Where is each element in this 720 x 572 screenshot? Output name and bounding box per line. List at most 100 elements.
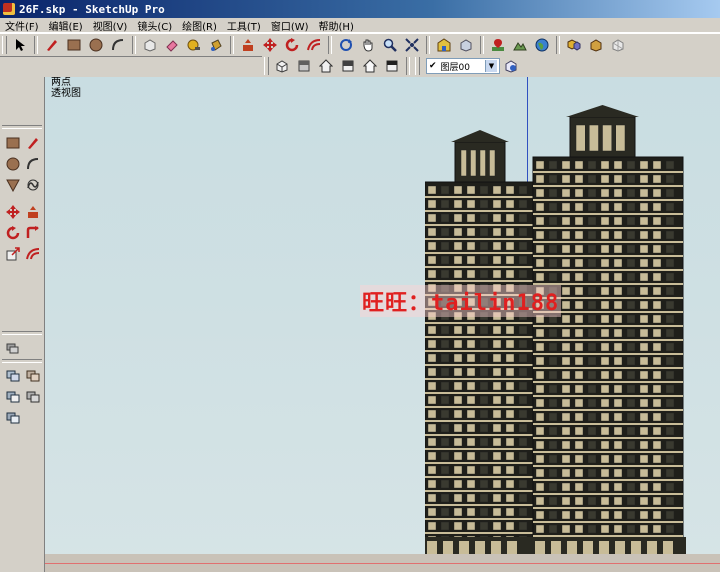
materials-icon bbox=[590, 39, 602, 52]
chevron-down-icon[interactable]: ▼ bbox=[485, 60, 497, 72]
menu-file[interactable]: 文件(F) bbox=[0, 18, 44, 33]
layer-manager-button[interactable] bbox=[501, 56, 521, 76]
eraser-icon bbox=[166, 40, 178, 52]
rectangle-icon bbox=[6, 137, 19, 148]
dynamic-component-icon bbox=[612, 39, 624, 52]
toolbar-grip[interactable] bbox=[2, 36, 7, 54]
pencil-tool-button[interactable] bbox=[42, 35, 62, 55]
left-pencil-button[interactable] bbox=[23, 133, 42, 152]
toggle-terrain-button[interactable] bbox=[510, 35, 530, 55]
move-arrows-icon bbox=[263, 38, 277, 52]
dynamic-components-button[interactable] bbox=[608, 35, 628, 55]
pencil-icon bbox=[27, 137, 38, 149]
view-back-button[interactable] bbox=[360, 56, 380, 76]
left-arc-button[interactable] bbox=[23, 154, 42, 173]
section-tools-group bbox=[2, 337, 44, 358]
left-layers-button[interactable] bbox=[3, 338, 22, 357]
views-layers-toolbar: ✔ 图层00 ▼ bbox=[262, 55, 720, 77]
zoom-extents-icon bbox=[405, 38, 419, 52]
rectangle-tool-button[interactable] bbox=[64, 35, 84, 55]
left-offset-button[interactable] bbox=[23, 244, 42, 263]
google-earth-button[interactable] bbox=[532, 35, 552, 55]
share-model-icon bbox=[460, 39, 472, 52]
watermark-text: 旺旺：tailin188 bbox=[360, 285, 562, 317]
zoom-tool-button[interactable] bbox=[380, 35, 400, 55]
menu-tools[interactable]: 工具(T) bbox=[222, 18, 266, 33]
arc-tool-button[interactable] bbox=[108, 35, 128, 55]
left-freehand-button[interactable] bbox=[23, 175, 42, 194]
arc-icon bbox=[112, 39, 124, 51]
camera-mode-label: 透视图 bbox=[51, 88, 81, 99]
left-push-pull-button[interactable] bbox=[23, 202, 42, 221]
scale-icon bbox=[6, 246, 20, 260]
triangle-icon bbox=[5, 179, 20, 192]
zoom-extents-button[interactable] bbox=[402, 35, 422, 55]
paint-bucket-button[interactable] bbox=[206, 35, 226, 55]
menu-draw[interactable]: 绘图(R) bbox=[177, 18, 222, 33]
offset-icon bbox=[307, 39, 321, 51]
component-icon bbox=[144, 39, 156, 52]
view-right-button[interactable] bbox=[338, 56, 358, 76]
menu-edit[interactable]: 编辑(E) bbox=[44, 18, 88, 33]
left-group-button[interactable] bbox=[3, 366, 22, 385]
freehand-icon bbox=[26, 179, 39, 190]
pan-tool-button[interactable] bbox=[358, 35, 378, 55]
menu-camera[interactable]: 镜头(C) bbox=[132, 18, 177, 33]
components-icon bbox=[567, 39, 581, 51]
tape-measure-button[interactable] bbox=[184, 35, 204, 55]
left-union-button[interactable] bbox=[23, 387, 42, 406]
union-icon bbox=[26, 391, 39, 402]
arrow-cursor-icon bbox=[16, 39, 25, 51]
share-model-button[interactable] bbox=[456, 35, 476, 55]
eraser-tool-button[interactable] bbox=[162, 35, 182, 55]
terrain-icon bbox=[513, 42, 527, 51]
warehouse-icon bbox=[437, 38, 451, 52]
left-polygon-button[interactable] bbox=[3, 175, 22, 194]
rotate-tool-button[interactable] bbox=[282, 35, 302, 55]
left-rotate-button[interactable] bbox=[3, 223, 22, 242]
rotate-icon bbox=[6, 225, 19, 239]
move-tool-button[interactable] bbox=[260, 35, 280, 55]
orbit-tool-button[interactable] bbox=[336, 35, 356, 55]
view-top-button[interactable] bbox=[294, 56, 314, 76]
left-scale-button[interactable] bbox=[3, 244, 22, 263]
scene-tab-label[interactable]: 两点 bbox=[51, 77, 81, 88]
push-pull-icon bbox=[243, 39, 253, 51]
push-pull-button[interactable] bbox=[238, 35, 258, 55]
left-section-button[interactable] bbox=[3, 408, 22, 427]
left-follow-me-button[interactable] bbox=[23, 223, 42, 242]
left-toolbar bbox=[0, 77, 45, 572]
select-tool-button[interactable] bbox=[10, 35, 30, 55]
component-browser-button[interactable] bbox=[564, 35, 584, 55]
get-models-button[interactable] bbox=[434, 35, 454, 55]
add-location-button[interactable] bbox=[488, 35, 508, 55]
left-move-button[interactable] bbox=[3, 202, 22, 221]
left-intersect-button[interactable] bbox=[3, 387, 22, 406]
orbit-icon bbox=[340, 39, 352, 51]
iso-view-icon bbox=[276, 60, 288, 73]
menu-bar: 文件(F) 编辑(E) 视图(V) 镜头(C) 绘图(R) 工具(T) 窗口(W… bbox=[0, 18, 720, 33]
toolbar-grip[interactable] bbox=[415, 57, 420, 75]
menu-window[interactable]: 窗口(W) bbox=[266, 18, 314, 33]
left-circle-button[interactable] bbox=[3, 154, 22, 173]
make-component-button[interactable] bbox=[140, 35, 160, 55]
circle-icon bbox=[6, 157, 19, 170]
left-explode-button[interactable] bbox=[23, 366, 42, 385]
layer-dropdown[interactable]: ✔ 图层00 ▼ bbox=[426, 58, 500, 74]
view-front-button[interactable] bbox=[316, 56, 336, 76]
toolbar-grip[interactable] bbox=[264, 57, 269, 75]
arc-icon bbox=[26, 157, 38, 169]
materials-button[interactable] bbox=[586, 35, 606, 55]
menu-view[interactable]: 视图(V) bbox=[88, 18, 133, 33]
menu-help[interactable]: 帮助(H) bbox=[314, 18, 359, 33]
explode-icon bbox=[26, 370, 39, 381]
layers-icon bbox=[505, 60, 517, 73]
drawing-tools-group bbox=[2, 132, 44, 195]
left-rectangle-button[interactable] bbox=[3, 133, 22, 152]
offset-tool-button[interactable] bbox=[304, 35, 324, 55]
view-iso-button[interactable] bbox=[272, 56, 292, 76]
circle-tool-button[interactable] bbox=[86, 35, 106, 55]
tower-model bbox=[425, 105, 690, 572]
model-viewport[interactable]: 两点 透视图 旺旺：tailin188 bbox=[45, 77, 720, 572]
view-left-button[interactable] bbox=[382, 56, 402, 76]
